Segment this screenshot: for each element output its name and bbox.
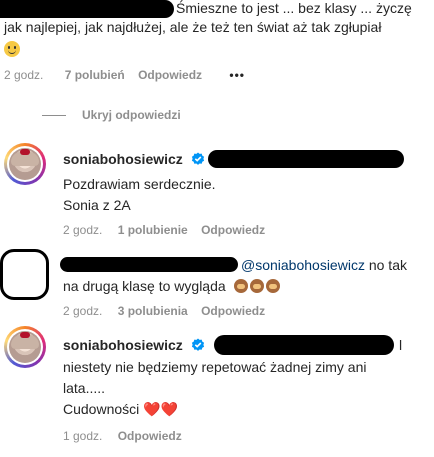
redacted-username [60, 257, 238, 272]
mention-link[interactable]: @soniabohosiewicz [241, 257, 365, 273]
reply2-line1: @soniabohosiewicz no tak [241, 255, 407, 276]
verified-badge-icon [192, 152, 205, 165]
smile-emoji-icon [4, 41, 20, 57]
avatar[interactable] [4, 326, 46, 368]
replies-divider [42, 115, 66, 116]
reply2-reply-button[interactable]: Odpowiedz [201, 304, 265, 318]
reply3-meta: 1 godz. Odpowiedz [63, 429, 182, 443]
comment-meta: 2 godz. 7 polubień Odpowiedz ••• [4, 68, 245, 82]
reply3-time: 1 godz. [63, 429, 103, 443]
comment-reply-button[interactable]: Odpowiedz [138, 68, 202, 82]
reply1-meta: 2 godz. 1 polubienie Odpowiedz [63, 223, 265, 237]
reply2-meta: 2 godz. 3 polubienia Odpowiedz [63, 304, 265, 318]
comment-time: 2 godz. [4, 68, 44, 82]
redacted-text [208, 150, 404, 168]
reply3-line4: Cudowności ❤️❤️ [63, 401, 179, 417]
verified-badge-icon [192, 338, 205, 351]
redacted-username [0, 0, 174, 18]
redacted-avatar [0, 249, 49, 300]
reply3-line2: niestety nie będziemy repetować żadnej z… [63, 359, 367, 375]
reply2-likes-link[interactable]: 3 polubienia [118, 304, 188, 318]
reply3-line3: lata..... [63, 380, 106, 396]
avatar[interactable] [4, 143, 46, 185]
reply1-username[interactable]: soniabohosiewicz [63, 151, 183, 167]
reply2-text: na drugą klasę to wygląda [63, 278, 226, 294]
more-options-icon[interactable]: ••• [229, 68, 245, 82]
reply3-reply-button[interactable]: Odpowiedz [118, 429, 182, 443]
hide-replies-button[interactable]: Ukryj odpowiedzi [82, 108, 181, 122]
reply2-time: 2 godz. [63, 304, 103, 318]
reply2-line1-rest: no tak [368, 257, 407, 273]
comment-likes-link[interactable]: 7 polubień [65, 68, 125, 82]
redacted-text [214, 335, 394, 355]
comment-text-line2: jak najlepiej, jak najdłużej, ale że też… [4, 19, 382, 35]
reply1-time: 2 godz. [63, 223, 103, 237]
reply1-reply-button[interactable]: Odpowiedz [201, 223, 265, 237]
reply2-line2: na drugą klasę to wygląda [63, 276, 282, 297]
reply1-line2: Sonia z 2A [63, 197, 131, 213]
reply3-line1-tail: l [399, 337, 403, 353]
reply1-line1: Pozdrawiam serdecznie. [63, 176, 216, 192]
reply3-header: soniabohosiewicz [63, 337, 205, 355]
reply1-likes-link[interactable]: 1 polubienie [118, 223, 188, 237]
reply1-header: soniabohosiewicz [63, 151, 205, 169]
reply3-username[interactable]: soniabohosiewicz [63, 337, 183, 353]
monkey-emoji-icon [233, 278, 282, 294]
